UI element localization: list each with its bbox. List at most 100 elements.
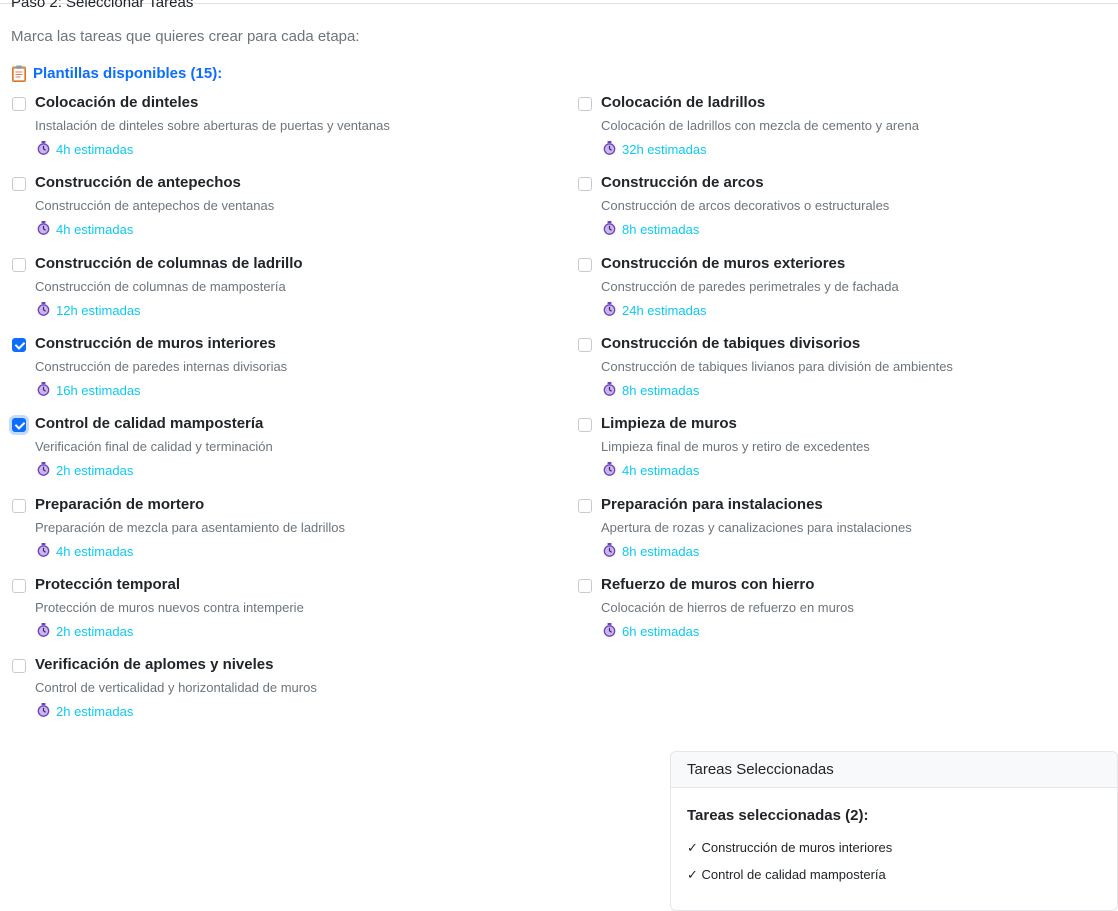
stopwatch-icon	[603, 141, 616, 158]
task-title[interactable]: Construcción de antepechos	[35, 174, 241, 191]
task-hours: 4h estimadas	[37, 542, 134, 560]
task-title[interactable]: Construcción de columnas de ladrillo	[35, 255, 303, 272]
task-description: Verificación final de calidad y terminac…	[35, 439, 273, 455]
task-hours-value: 2h estimadas	[56, 623, 134, 639]
task-description: Construcción de antepechos de ventanas	[35, 198, 275, 214]
task-checkbox[interactable]	[578, 97, 592, 111]
task-checkbox[interactable]	[12, 97, 26, 111]
task-hours-value: 4h estimadas	[56, 142, 134, 157]
task-description: Limpieza final de muros y retiro de exce…	[601, 439, 870, 455]
stopwatch-icon	[603, 462, 616, 479]
task-title[interactable]: Protección temporal	[35, 576, 180, 593]
task-hours-value: 2h estimadas	[56, 704, 134, 720]
task-hours: 6h estimadas	[603, 622, 700, 640]
task-hours: 4h estimadas	[37, 221, 133, 238]
task-checkbox[interactable]	[578, 337, 592, 352]
task-title[interactable]: Verificación de aplomes y niveles	[35, 656, 273, 673]
task-title[interactable]: Preparación de mortero	[35, 496, 204, 513]
task-hours: 8h estimadas	[603, 381, 700, 399]
task-title[interactable]: Colocación de dinteles	[35, 94, 198, 111]
task-hours-value: 4h estimadas	[56, 543, 134, 559]
task-hours: 2h estimadas	[37, 462, 133, 479]
task-description: Construcción de paredes perimetrales y d…	[601, 278, 899, 294]
task-hours-value: 4h estimadas	[56, 222, 134, 238]
task-hours-value: 24h estimadas	[622, 302, 707, 318]
task-description: Colocación de ladrillos con mezcla de ce…	[601, 118, 919, 133]
selected-tasks-panel: Tareas Seleccionadas Tareas seleccionada…	[670, 751, 1118, 911]
task-checkbox[interactable]	[12, 498, 26, 513]
task-title[interactable]: Limpieza de muros	[601, 415, 737, 432]
stopwatch-icon	[603, 381, 616, 399]
clipboard-icon	[12, 65, 26, 82]
task-title[interactable]: Control de calidad mampostería	[35, 415, 263, 432]
templates-heading: Plantillas disponibles (15):	[12, 65, 222, 82]
task-hours: 8h estimadas	[603, 542, 700, 560]
selected-tasks-subtitle: Tareas seleccionadas (2):	[687, 807, 869, 824]
task-checkbox[interactable]	[578, 418, 592, 433]
task-description: Construcción de columnas de mampostería	[35, 278, 286, 294]
stopwatch-icon	[37, 703, 50, 720]
stopwatch-icon	[603, 301, 616, 319]
task-hours: 2h estimadas	[37, 703, 133, 720]
task-description: Preparación de mezcla para asentamiento …	[35, 519, 346, 535]
task-hours-value: 6h estimadas	[622, 623, 700, 639]
task-hours-value: 8h estimadas	[622, 222, 700, 238]
selected-tasks-header: Tareas Seleccionadas	[671, 752, 1117, 788]
task-checkbox[interactable]	[12, 177, 26, 192]
templates-label: Plantillas disponibles (15):	[33, 65, 223, 82]
task-checkbox[interactable]	[578, 257, 592, 272]
task-title[interactable]: Construcción de arcos	[601, 174, 764, 191]
task-title[interactable]: Construcción de muros interiores	[35, 335, 276, 352]
task-hours: 12h estimadas	[37, 301, 141, 319]
task-hours-value: 32h estimadas	[622, 142, 707, 157]
task-hours: 16h estimadas	[37, 381, 141, 399]
task-checkbox[interactable]	[578, 578, 592, 593]
task-description: Construcción de tabiques livianos para d…	[601, 358, 953, 374]
stopwatch-icon	[603, 622, 616, 640]
selected-task-item: ✓ Construcción de muros interiores	[687, 840, 893, 855]
stopwatch-icon	[603, 542, 616, 560]
task-hours-value: 2h estimadas	[56, 463, 134, 479]
task-checkbox[interactable]	[578, 498, 592, 513]
task-description: Control de verticalidad y horizontalidad…	[35, 680, 317, 696]
stopwatch-icon	[37, 622, 50, 640]
task-description: Construcción de paredes internas divisor…	[35, 358, 288, 374]
task-hours-value: 16h estimadas	[56, 382, 141, 398]
stopwatch-icon	[37, 141, 50, 158]
task-hours: 32h estimadas	[603, 141, 707, 158]
stopwatch-icon	[37, 301, 50, 319]
task-title[interactable]: Refuerzo de muros con hierro	[601, 576, 814, 593]
stopwatch-icon	[37, 221, 50, 238]
task-hours: 24h estimadas	[603, 301, 707, 319]
task-checkbox[interactable]	[578, 177, 592, 192]
stopwatch-icon	[37, 542, 50, 560]
task-hours: 4h estimadas	[37, 141, 133, 158]
step-title: Paso 2: Seleccionar Tareas	[11, 0, 194, 11]
task-description: Instalación de dinteles sobre aberturas …	[35, 118, 390, 133]
stopwatch-icon	[37, 462, 50, 479]
task-hours: 2h estimadas	[37, 622, 134, 640]
task-hours: 8h estimadas	[603, 221, 699, 238]
task-description: Colocación de hierros de refuerzo en mur…	[601, 599, 854, 615]
task-hours-value: 8h estimadas	[622, 382, 700, 398]
task-title[interactable]: Construcción de tabiques divisorios	[601, 335, 860, 352]
task-description: Apertura de rozas y canalizaciones para …	[601, 519, 912, 535]
task-description: Protección de muros nuevos contra intemp…	[35, 599, 304, 615]
task-title[interactable]: Preparación para instalaciones	[601, 496, 823, 513]
instructions-text: Marca las tareas que quieres crear para …	[11, 28, 360, 45]
task-hours-value: 12h estimadas	[56, 302, 141, 318]
selected-task-item: ✓ Control de calidad mampostería	[687, 867, 886, 882]
task-title[interactable]: Colocación de ladrillos	[601, 94, 765, 111]
stopwatch-icon	[37, 381, 50, 399]
task-hours-value: 8h estimadas	[622, 543, 700, 559]
task-description: Construcción de arcos decorativos o estr…	[601, 198, 890, 214]
task-checkbox[interactable]	[12, 418, 26, 433]
stopwatch-icon	[603, 221, 616, 238]
task-title[interactable]: Construcción de muros exteriores	[601, 255, 845, 272]
task-checkbox[interactable]	[12, 337, 26, 352]
task-hours-value: 4h estimadas	[622, 463, 700, 479]
task-hours: 4h estimadas	[603, 462, 699, 479]
task-checkbox[interactable]	[12, 257, 26, 272]
task-checkbox[interactable]	[12, 578, 26, 593]
task-checkbox[interactable]	[12, 659, 26, 674]
